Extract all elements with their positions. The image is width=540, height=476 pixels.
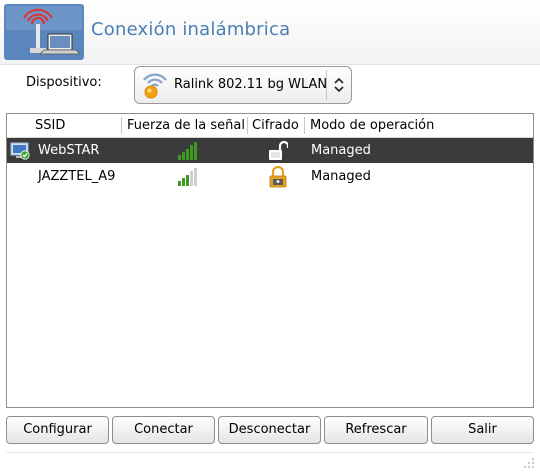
ssid-cell: JAZZTEL_A9: [38, 169, 116, 184]
signal-strength-icon: [178, 142, 197, 160]
column-header-encryption[interactable]: Cifrado: [252, 118, 299, 133]
chevron-up-down-icon: [334, 77, 344, 93]
footer-divider: [6, 452, 534, 453]
device-label: Dispositivo:: [26, 75, 102, 90]
mode-cell: Managed: [311, 169, 371, 184]
wifi-device-icon: [143, 73, 167, 99]
mode-cell: Managed: [311, 143, 371, 158]
signal-strength-icon: [178, 168, 197, 186]
open-lock-icon: [269, 140, 288, 160]
disconnect-button[interactable]: Desconectar: [218, 416, 321, 444]
refresh-button[interactable]: Refrescar: [324, 416, 428, 444]
closed-lock-icon: [269, 166, 287, 188]
device-select-value: Ralink 802.11 bg WLAN: [174, 77, 328, 92]
column-divider: [304, 117, 305, 134]
connect-button[interactable]: Conectar: [112, 416, 215, 444]
resize-grip-icon[interactable]: [522, 456, 536, 470]
wireless-network-icon: [4, 4, 84, 60]
network-list[interactable]: SSID Fuerza de la señal Cifrado Modo de …: [6, 113, 534, 408]
column-header-mode[interactable]: Modo de operación: [310, 118, 434, 133]
column-divider: [247, 117, 248, 134]
column-header-ssid[interactable]: SSID: [35, 118, 65, 133]
column-header-signal[interactable]: Fuerza de la señal: [127, 118, 245, 133]
ssid-cell: WebSTAR: [38, 143, 100, 158]
table-row[interactable]: JAZZTEL_A9 Managed: [7, 164, 533, 189]
select-separator: [326, 70, 327, 100]
list-header: SSID Fuerza de la señal Cifrado Modo de …: [7, 114, 533, 138]
window-header: Conexión inalámbrica: [0, 0, 540, 65]
column-divider: [121, 117, 122, 134]
device-select[interactable]: Ralink 802.11 bg WLAN: [134, 66, 352, 104]
table-row[interactable]: WebSTAR Managed: [7, 138, 533, 163]
connected-monitor-icon: [10, 142, 30, 160]
page-title: Conexión inalámbrica: [91, 19, 291, 40]
exit-button[interactable]: Salir: [431, 416, 534, 444]
configure-button[interactable]: Configurar: [6, 416, 109, 444]
